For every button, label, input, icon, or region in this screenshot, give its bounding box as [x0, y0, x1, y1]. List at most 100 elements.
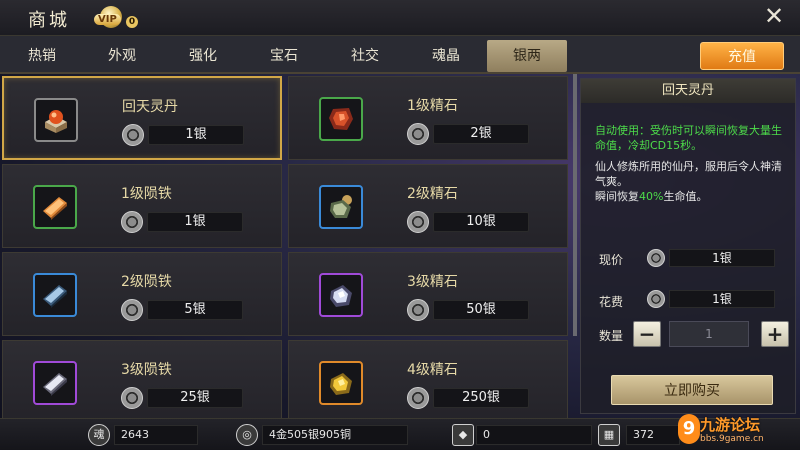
watermark-url: bbs.9game.cn	[700, 434, 764, 444]
silver-coin-icon	[407, 211, 429, 233]
recharge-button[interactable]: 充值	[700, 42, 784, 70]
item-name: 3级陨铁	[121, 362, 172, 378]
decrease-quantity-button[interactable]: −	[633, 321, 661, 347]
tab-appearance[interactable]: 外观	[82, 40, 162, 72]
quantity-input[interactable]: 1	[669, 321, 749, 347]
pill-box-icon	[45, 110, 67, 133]
item-price-value: 2银	[433, 124, 529, 144]
silver-ingot-icon	[43, 373, 67, 396]
watermark-title: 九游论坛	[700, 416, 761, 434]
item-price-value: 250银	[433, 388, 529, 408]
silver-coin-icon	[121, 211, 143, 233]
tab-silver[interactable]: 银两	[487, 40, 567, 72]
item-name: 回天灵丹	[122, 99, 178, 115]
soul-icon: 魂	[88, 424, 110, 446]
silver-coin-icon	[407, 299, 429, 321]
grid-scrollbar[interactable]	[573, 74, 577, 336]
item-price-value: 10银	[433, 212, 529, 232]
silver-coin-icon	[121, 299, 143, 321]
tab-social[interactable]: 社交	[325, 40, 405, 72]
heal-percent: 40%	[639, 190, 664, 203]
item-icon-frame	[319, 273, 363, 317]
item-icon-frame	[319, 185, 363, 229]
item-price: 1银	[121, 211, 245, 233]
item-icon-frame	[33, 361, 77, 405]
item-card[interactable]: 4级精石 250银	[288, 340, 568, 418]
tab-enhance[interactable]: 强化	[163, 40, 243, 72]
item-name: 2级精石	[407, 186, 458, 202]
gold-ore-icon	[330, 373, 352, 395]
silver-coin-icon	[407, 123, 429, 145]
silver-coin-icon	[647, 290, 665, 308]
ingot-stack-icon: ▦	[598, 424, 620, 446]
shop-title: 商城	[28, 10, 70, 31]
item-card[interactable]: 2级陨铁 5银	[2, 252, 282, 336]
item-name: 3级精石	[407, 274, 458, 290]
silver-coin-icon	[121, 387, 143, 409]
item-price: 2银	[407, 123, 531, 145]
item-icon-frame	[34, 98, 78, 142]
item-name: 1级陨铁	[121, 186, 172, 202]
money-amount: 4金505银905铜	[262, 425, 408, 445]
item-card[interactable]: 2级精石 10银	[288, 164, 568, 248]
item-price: 25银	[121, 387, 245, 409]
item-price-value: 50银	[433, 300, 529, 320]
vip-label: VIP	[94, 14, 121, 25]
item-name: 2级陨铁	[121, 274, 172, 290]
item-name: 4级精石	[407, 362, 458, 378]
nine-game-logo-icon: 9	[678, 414, 700, 444]
top-bar: 商城 VIP 0 ✕	[0, 0, 800, 36]
item-card[interactable]: 3级陨铁 25银	[2, 340, 282, 418]
item-price: 5银	[121, 299, 245, 321]
orange-ingot-icon	[43, 197, 67, 220]
item-price-value: 25银	[147, 388, 243, 408]
item-card[interactable]: 3级精石 50银	[288, 252, 568, 336]
description-effect: 瞬间恢复40%生命值。	[595, 190, 708, 203]
money-coin-icon: ◎	[236, 424, 258, 446]
blue-ingot-icon	[43, 285, 67, 308]
cost-value: 1银	[669, 290, 775, 308]
vip-level: 0	[126, 16, 138, 28]
item-icon-frame	[319, 97, 363, 141]
quantity-label: 数量	[599, 329, 624, 343]
description-line: 仙人修炼所用的仙丹，服用后令人神清气爽。	[595, 160, 782, 188]
item-description: 仙人修炼所用的仙丹，服用后令人神清气爽。 瞬间恢复40%生命值。	[595, 159, 791, 204]
silver-coin-icon	[647, 249, 665, 267]
detail-title: 回天灵丹	[581, 79, 795, 103]
red-ore-icon	[329, 108, 353, 130]
item-price-value: 1银	[148, 125, 244, 145]
soul-amount: 2643	[114, 425, 198, 445]
item-card[interactable]: 1级精石 2银	[288, 76, 568, 160]
item-grid: 回天灵丹 1银 1级精石 2银 1级陨铁 1银 2级精石 10银 2级陨铁 5银…	[0, 74, 573, 418]
item-name: 1级精石	[407, 98, 458, 114]
auto-use-text: 自动使用：受伤时可以瞬间恢复大量生命值，冷却CD15秒。	[595, 124, 782, 152]
silver-coin-icon	[122, 124, 144, 146]
item-price: 50银	[407, 299, 531, 321]
purple-ore-icon	[330, 285, 352, 307]
item-icon-frame	[33, 185, 77, 229]
item-price: 1银	[122, 124, 246, 146]
item-price: 250银	[407, 387, 531, 409]
item-price-value: 1银	[147, 212, 243, 232]
tab-gem[interactable]: 宝石	[244, 40, 324, 72]
cost-label: 花费	[599, 295, 624, 309]
close-icon[interactable]: ✕	[762, 4, 786, 28]
green-ore-icon	[330, 195, 352, 218]
item-card[interactable]: 1级陨铁 1银	[2, 164, 282, 248]
buy-now-button[interactable]: 立即购买	[611, 375, 773, 405]
diamond-icon: ◆	[452, 424, 474, 446]
tab-hot[interactable]: 热销	[2, 40, 82, 72]
increase-quantity-button[interactable]: +	[761, 321, 789, 347]
item-detail-panel: 回天灵丹 自动使用：受伤时可以瞬间恢复大量生命值，冷却CD15秒。 仙人修炼所用…	[580, 78, 796, 414]
vip-badge[interactable]: VIP 0	[94, 6, 138, 30]
current-price-label: 现价	[599, 253, 624, 267]
diamond-amount: 0	[476, 425, 592, 445]
current-price-value: 1银	[669, 249, 775, 267]
item-price-value: 5银	[147, 300, 243, 320]
tab-soul-crystal[interactable]: 魂晶	[406, 40, 486, 72]
item-card[interactable]: 回天灵丹 1银	[2, 76, 282, 160]
category-tabs: 热销 外观 强化 宝石 社交 魂晶 银两 充值	[0, 36, 800, 74]
ingot-amount: 372	[626, 425, 680, 445]
item-price: 10银	[407, 211, 531, 233]
item-icon-frame	[33, 273, 77, 317]
